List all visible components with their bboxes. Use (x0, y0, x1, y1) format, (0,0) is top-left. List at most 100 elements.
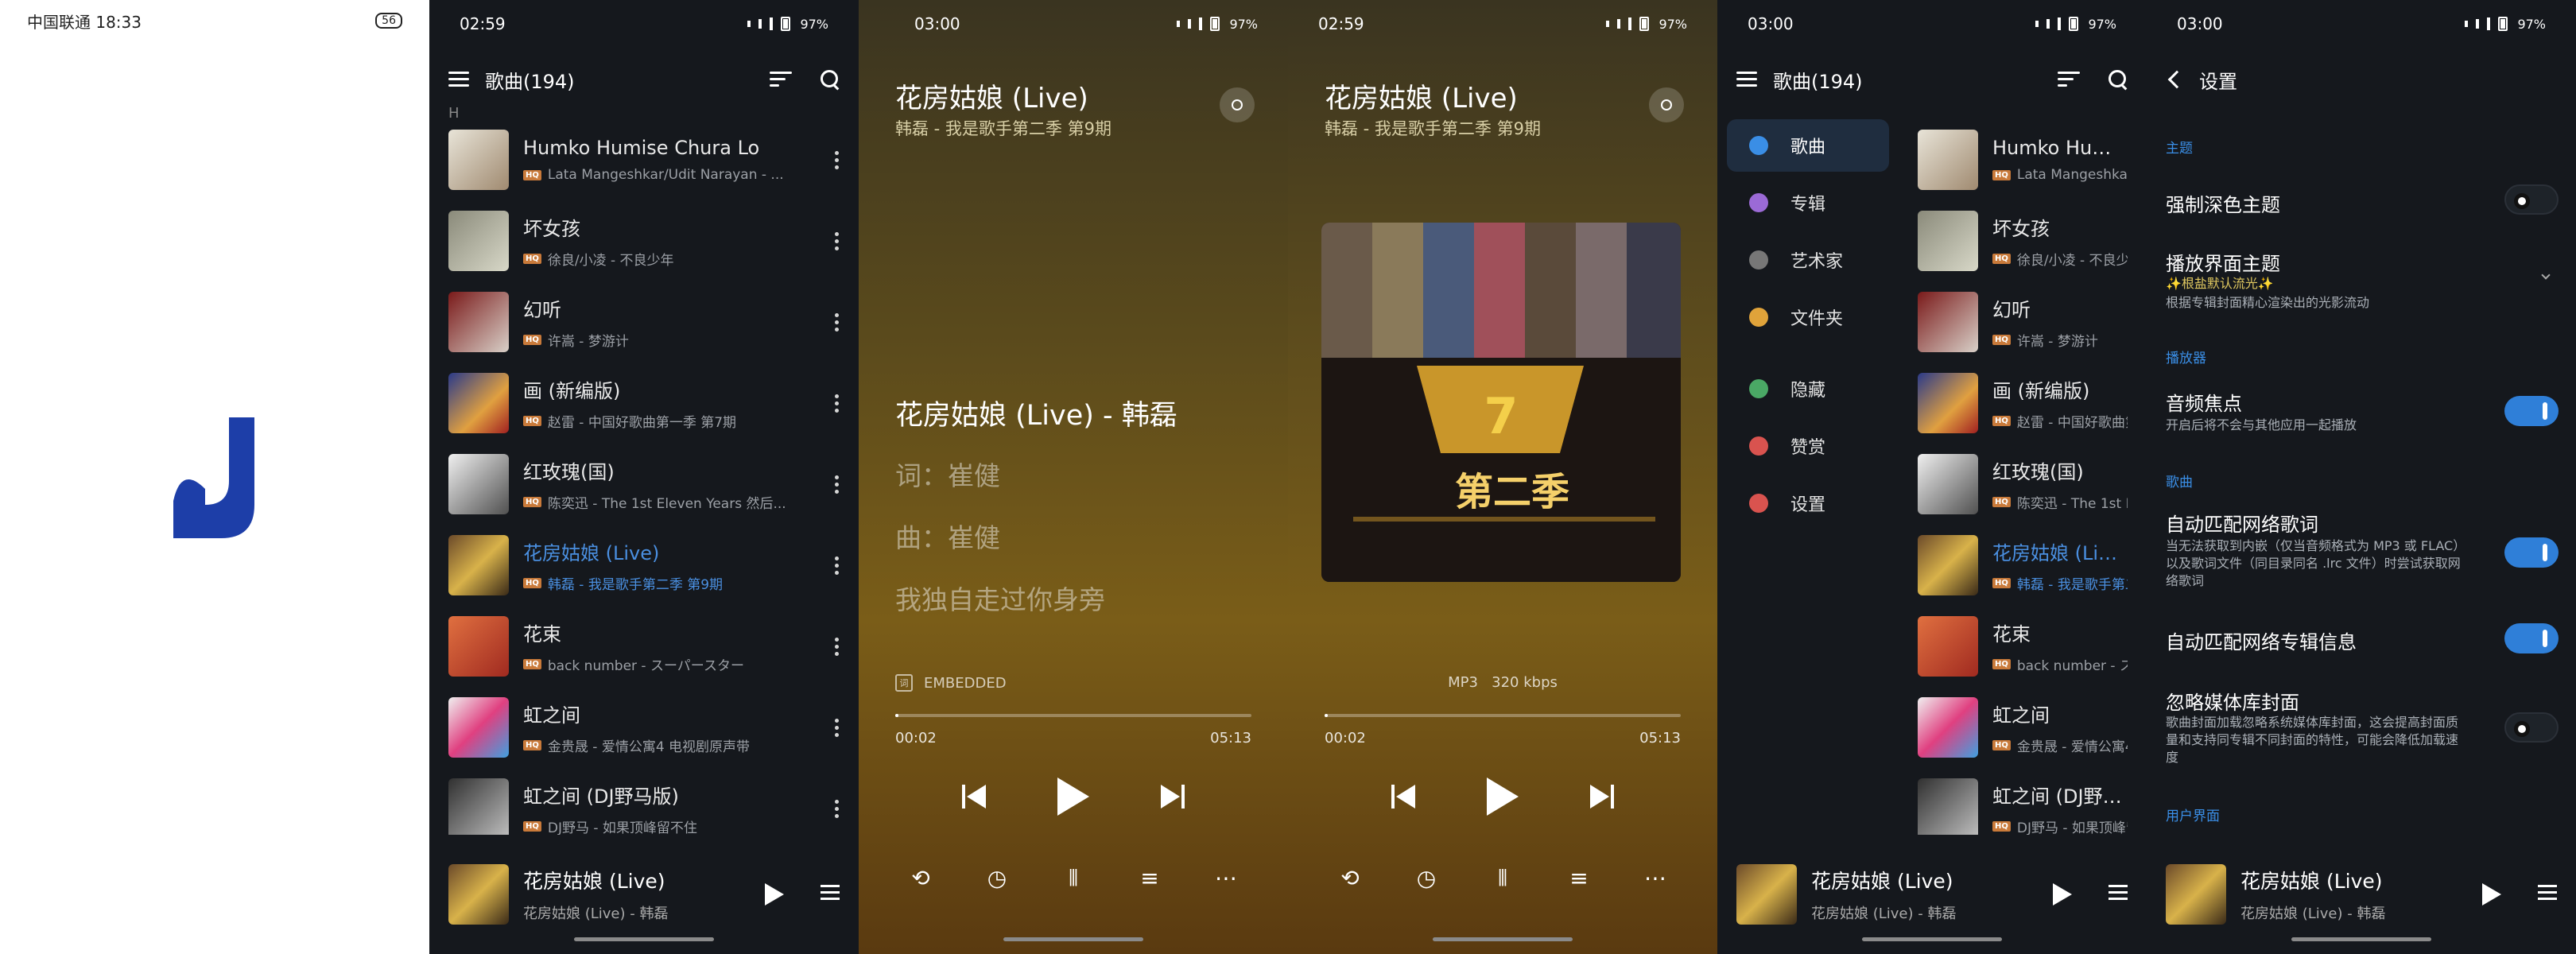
song-row[interactable]: 红玫瑰(国) HQ 陈奕迅 - The 1st Eleven Years 然后... (429, 444, 859, 525)
song-title: Humko Humise Ch (1992, 137, 2128, 159)
playlist-icon[interactable]: ≡ (1134, 865, 1166, 892)
previous-icon[interactable] (1391, 785, 1415, 809)
more-icon[interactable]: ⋯ (1210, 865, 1242, 892)
drawer-item[interactable]: 歌曲 (1727, 119, 1889, 172)
song-title: 花房姑娘 (Live) (523, 542, 660, 564)
song-title: 画 (新编版) (523, 380, 621, 402)
play-icon[interactable] (2482, 883, 2501, 906)
ignore-cover-toggle[interactable] (2504, 712, 2559, 743)
battery-percent: 97% (1229, 16, 1258, 32)
song-row[interactable]: 坏女孩 HQ 徐良/小凌 - 不良少年 (1899, 200, 2147, 281)
song-cover (448, 130, 509, 190)
song-row[interactable]: 花束 HQ back number - スーパースター (429, 606, 859, 687)
more-options-icon[interactable] (835, 799, 840, 818)
search-icon[interactable] (821, 70, 840, 89)
queue-icon[interactable] (816, 885, 840, 904)
play-icon[interactable] (1487, 778, 1519, 816)
drawer-item[interactable]: 赞赏 (1727, 420, 1889, 472)
play-icon[interactable] (765, 883, 784, 906)
drawer-item[interactable]: 艺术家 (1727, 234, 1889, 286)
song-row[interactable]: Humko Humise Ch HQ Lata Mangeshkar/U (1899, 119, 2147, 200)
drawer-item[interactable]: 隐藏 (1727, 363, 1889, 415)
song-row[interactable]: 花束 HQ back number - スー/ (1899, 606, 2147, 687)
auto-lyrics-toggle[interactable] (2504, 537, 2559, 568)
cover-season-text: 第二季 (1455, 470, 1569, 514)
cast-icon[interactable] (1220, 87, 1255, 122)
status-time: 03:00 (2177, 14, 2223, 33)
menu-icon[interactable] (1736, 72, 1757, 87)
more-options-icon[interactable] (835, 475, 840, 494)
queue-icon[interactable] (2533, 885, 2557, 904)
auto-album-toggle[interactable] (2504, 623, 2559, 653)
song-row[interactable]: 花房姑娘 (Live) HQ 韩磊 - 我是歌手第二季 第9期 (429, 525, 859, 606)
song-artist-album: 金贵晟 - 爱情公寓4 电 (2016, 739, 2128, 755)
song-subtitle: HQ 金贵晟 - 爱情公寓4 电 (1992, 735, 2128, 755)
song-row[interactable]: Humko Humise Chura Lo HQ Lata Mangeshkar/U… (429, 119, 859, 200)
more-icon[interactable]: ⋯ (1639, 865, 1671, 892)
queue-icon[interactable] (2104, 885, 2128, 904)
settings-screen: 03:00 97% 设置 主题 强制深色主题 播放界面主题 ✨根盐默认流光✨ 根… (2147, 0, 2576, 954)
playlist-icon[interactable]: ≡ (1563, 865, 1595, 892)
song-artist-album: back number - スーパースター (547, 658, 744, 674)
more-options-icon[interactable] (835, 312, 840, 332)
lyric-current: 花房姑娘 (Live) - 韩磊 (895, 400, 1177, 432)
song-row[interactable]: 红玫瑰(国) HQ 陈奕迅 - The 1st Eleve (1899, 444, 2147, 525)
more-options-icon[interactable] (835, 231, 840, 250)
cast-icon[interactable] (1649, 87, 1684, 122)
song-row[interactable]: 虹之间 HQ 金贵晟 - 爱情公寓4 电视剧原声带 (429, 687, 859, 768)
eye-off-icon (1749, 379, 1768, 398)
back-icon[interactable] (2167, 70, 2186, 89)
drawer-item[interactable]: 设置 (1727, 477, 1889, 529)
force-dark-toggle[interactable] (2504, 184, 2559, 215)
play-icon[interactable] (2053, 883, 2072, 906)
next-icon[interactable] (1590, 785, 1614, 809)
mini-player[interactable]: 花房姑娘 (Live) 花房姑娘 (Live) - 韩磊 (1717, 835, 2147, 954)
song-row[interactable]: 画 (新编版) HQ 赵雷 - 中国好歌曲第一 (1899, 363, 2147, 444)
more-options-icon[interactable] (835, 556, 840, 575)
track-subtitle: 韩磊 - 我是歌手第二季 第9期 (1325, 119, 1541, 138)
ignore-cover-label: 忽略媒体库封面 (2166, 692, 2299, 714)
drawer-item[interactable]: 文件夹 (1727, 291, 1889, 343)
repeat-icon[interactable]: ⟲ (905, 865, 937, 892)
sort-icon[interactable] (2058, 72, 2080, 87)
battery-percent: 97% (1658, 16, 1687, 32)
sort-icon[interactable] (770, 72, 792, 87)
lyric-source[interactable]: 词 EMBEDDED (895, 674, 1007, 692)
mini-player[interactable]: 花房姑娘 (Live) 花房姑娘 (Live) - 韩磊 (2147, 835, 2576, 954)
next-icon[interactable] (1161, 785, 1185, 809)
song-row[interactable]: 画 (新编版) HQ 赵雷 - 中国好歌曲第一季 第7期 (429, 363, 859, 444)
more-options-icon[interactable] (835, 394, 840, 413)
home-indicator (574, 937, 714, 941)
song-row[interactable]: 幻听 HQ 许嵩 - 梦游计 (429, 281, 859, 363)
play-icon[interactable] (1057, 778, 1089, 816)
song-row[interactable]: 虹之间 HQ 金贵晟 - 爱情公寓4 电 (1899, 687, 2147, 768)
hq-badge: HQ (1992, 254, 2011, 264)
more-options-icon[interactable] (835, 637, 840, 656)
audio-focus-toggle[interactable] (2504, 396, 2559, 426)
timer-icon[interactable]: ◷ (1410, 865, 1442, 892)
battery-icon (2498, 17, 2508, 31)
section-player: 播放器 (2166, 351, 2206, 366)
equalizer-icon[interactable]: ⦀ (1487, 865, 1519, 892)
song-row[interactable]: 幻听 HQ 许嵩 - 梦游计 (1899, 281, 2147, 363)
song-artist-album: 韩磊 - 我是歌手第二季 (2016, 577, 2128, 593)
menu-icon[interactable] (448, 72, 469, 87)
song-row[interactable]: 花房姑娘 (Live) HQ 韩磊 - 我是歌手第二季 (1899, 525, 2147, 606)
search-icon[interactable] (2109, 70, 2128, 89)
timer-icon[interactable]: ◷ (981, 865, 1013, 892)
nav-drawer: 歌曲 专辑 艺术家 文件夹隐藏 赞赏 设置 (1717, 119, 1899, 534)
progress-bar[interactable] (1325, 714, 1681, 717)
more-options-icon[interactable] (835, 150, 840, 169)
more-options-icon[interactable] (835, 718, 840, 737)
mini-player[interactable]: 花房姑娘 (Live) 花房姑娘 (Live) - 韩磊 (429, 835, 859, 954)
drawer-item[interactable]: 专辑 (1727, 176, 1889, 229)
repeat-icon[interactable]: ⟲ (1334, 865, 1366, 892)
song-subtitle: HQ 徐良/小凌 - 不良少年 (523, 249, 821, 269)
previous-icon[interactable] (962, 785, 986, 809)
album-cover[interactable]: 7 第二季 (1321, 223, 1681, 582)
chevron-down-icon[interactable] (2541, 270, 2551, 280)
song-row[interactable]: 坏女孩 HQ 徐良/小凌 - 不良少年 (429, 200, 859, 281)
progress-bar[interactable] (895, 714, 1251, 717)
equalizer-icon[interactable]: ⦀ (1057, 865, 1089, 892)
song-cover (1918, 454, 1978, 514)
